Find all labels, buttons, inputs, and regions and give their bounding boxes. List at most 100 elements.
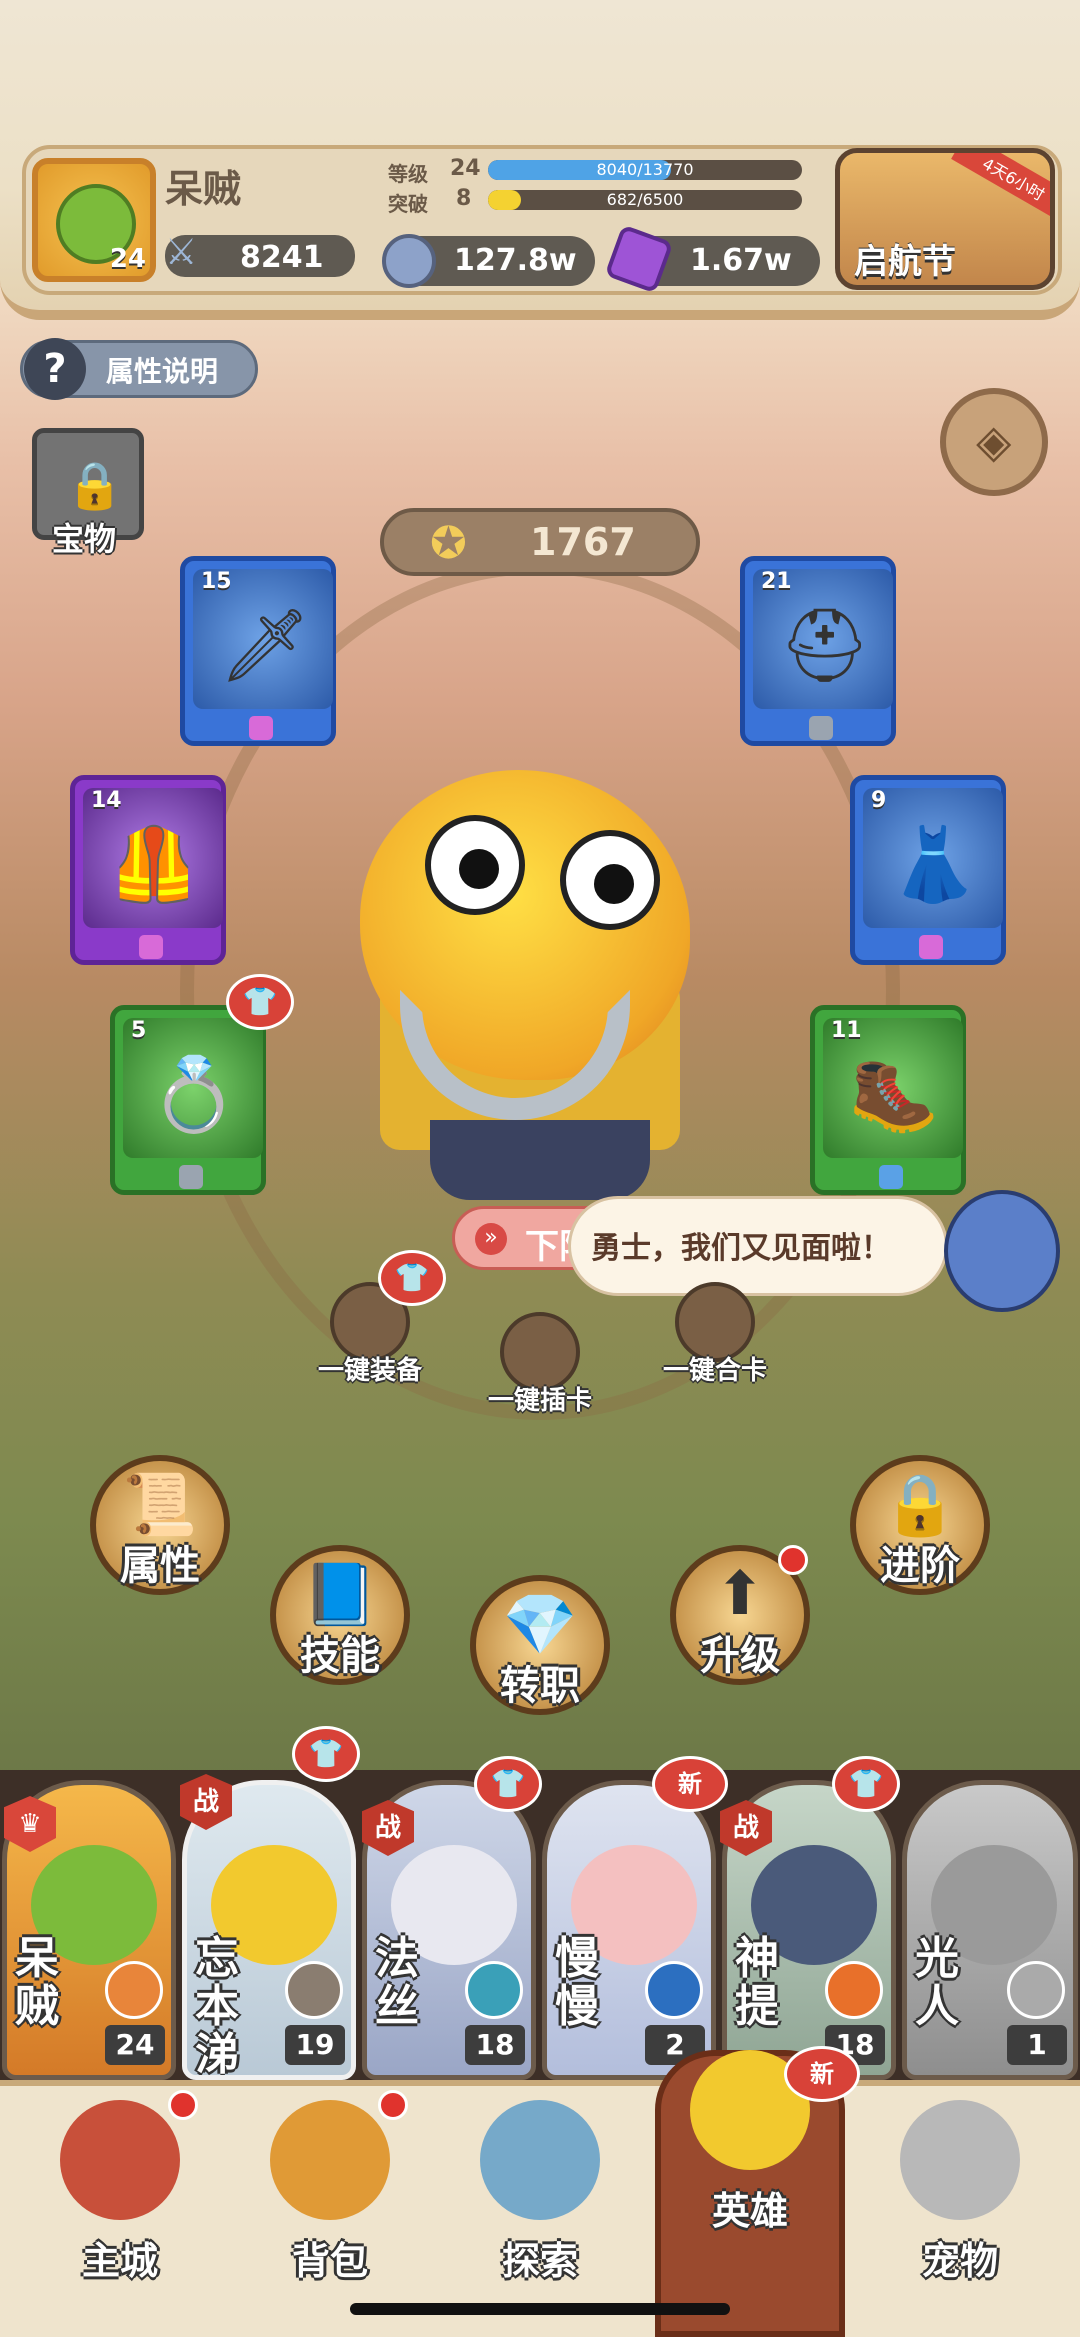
coin-icon: [382, 234, 436, 288]
hero-name: 神提: [735, 1933, 779, 2032]
equip-level: 5: [131, 1018, 147, 1043]
pet-lock-icon: [900, 2100, 1020, 2220]
event-title: 启航节: [854, 242, 956, 282]
socket-gem-icon: [179, 1165, 203, 1189]
advance-lock-icon: 🔒: [882, 1470, 958, 1540]
hero-eye-right: [560, 830, 660, 930]
nav-pet-label: 宠物: [921, 2239, 998, 2283]
hero-name: 忘本涕: [195, 1933, 239, 2080]
castle-icon: [60, 2100, 180, 2220]
upgrade-label: 升级: [700, 1633, 780, 1679]
coin-value: 127.8w: [454, 243, 577, 278]
nav-bag[interactable]: 背包: [245, 2090, 415, 2320]
socket-gem-icon: [919, 935, 943, 959]
grade-value: 24: [450, 156, 481, 181]
nav-bag-label: 背包: [291, 2239, 368, 2283]
equip-level: 14: [91, 788, 122, 813]
attributes-button[interactable]: 📜 属性: [90, 1455, 230, 1595]
npc-speech-bubble: 勇士，我们又见面啦！: [568, 1196, 948, 1296]
rank-emblem-icon: ◈: [976, 414, 1012, 468]
equip-slot-ring[interactable]: 5 💍: [110, 1005, 266, 1195]
skills-button[interactable]: 📘 技能: [270, 1545, 410, 1685]
class-warrior-icon: [285, 1961, 343, 2019]
insert-card-label: 一键插卡: [487, 1386, 592, 1416]
equip-slot-boots[interactable]: 11 🥾: [810, 1005, 966, 1195]
class-skull-icon: [645, 1961, 703, 2019]
breakthrough-label: 突破: [388, 192, 428, 216]
equip-level: 9: [871, 788, 887, 813]
merge-card-button[interactable]: 一键合卡: [645, 1282, 785, 1392]
skill-book-icon: 📘: [302, 1560, 378, 1630]
advance-button[interactable]: 🔒 进阶: [850, 1455, 990, 1595]
helmet-icon: ⛑: [779, 603, 871, 687]
equip-slot-weapon[interactable]: 15 🗡: [180, 556, 336, 746]
breakthrough-progress-bar: 682/6500: [488, 190, 802, 210]
job-change-label: 转职: [500, 1663, 580, 1709]
hero-score: 1767: [530, 520, 636, 564]
hero-name: 慢慢: [555, 1933, 599, 2032]
bag-alert-dot: [378, 2090, 408, 2120]
class-rogue-icon: [105, 1961, 163, 2019]
shirt-alert-icon: 👕: [474, 1756, 542, 1812]
class-mage-icon: [465, 1961, 523, 2019]
nav-hero-label: 英雄: [711, 2189, 788, 2233]
equip-level: 11: [831, 1018, 862, 1043]
equip-slot-helmet[interactable]: 21 ⛑: [740, 556, 896, 746]
grade-label: 等级: [388, 162, 428, 186]
job-crystal-icon: 💎: [502, 1590, 578, 1660]
equip-slot-clothes[interactable]: 9 👗: [850, 775, 1006, 965]
equip-level: 21: [761, 569, 792, 594]
dress-icon: 👗: [889, 822, 979, 906]
hero-name: 呆贼: [15, 1933, 59, 2032]
player-name: 呆贼: [165, 167, 242, 211]
nav-city[interactable]: 主城: [35, 2090, 205, 2320]
event-banner[interactable]: 4天6小时 启航节: [835, 148, 1055, 290]
grade-progress-text: 8040/13770: [596, 160, 694, 179]
equip-slot-armor[interactable]: 14 🦺: [70, 775, 226, 965]
breakthrough-progress-text: 682/6500: [606, 190, 684, 209]
hero-level: 18: [465, 2025, 525, 2065]
nav-explore-label: 探索: [501, 2239, 578, 2283]
job-change-button[interactable]: 💎 转职: [470, 1575, 610, 1715]
grade-progress-bar: 8040/13770: [488, 160, 802, 180]
event-timer: 4天6小时: [950, 153, 1050, 224]
hero-level: 24: [105, 2025, 165, 2065]
skills-label: 技能: [300, 1633, 380, 1679]
socket-gem-icon: [809, 716, 833, 740]
shirt-alert-icon: 👕: [226, 974, 294, 1030]
hero-legs: [430, 1120, 650, 1200]
equip-all-label: 一键装备: [317, 1356, 422, 1386]
class-paw-icon: [825, 1961, 883, 2019]
score-icon: ✪: [430, 518, 467, 569]
backpack-icon: [270, 2100, 390, 2220]
player-avatar[interactable]: 24: [32, 158, 156, 282]
hero-level: 19: [285, 2025, 345, 2065]
home-indicator: [350, 2303, 730, 2315]
chevron-down-icon: »: [475, 1223, 507, 1255]
shirt-alert-icon: 👕: [378, 1250, 446, 1306]
npc-guide-avatar[interactable]: [944, 1190, 1060, 1312]
socket-gem-icon: [249, 716, 273, 740]
hero-card[interactable]: 慢慢 2: [542, 1780, 716, 2080]
upgrade-alert-dot: [778, 1545, 808, 1575]
socket-gem-icon: [139, 935, 163, 959]
insert-card-button[interactable]: 一键插卡: [470, 1312, 610, 1422]
hero-name: 光人: [915, 1933, 959, 2032]
map-icon: [480, 2100, 600, 2220]
nav-pet[interactable]: 宠物: [875, 2090, 1045, 2320]
rank-badge[interactable]: ◈: [940, 388, 1048, 496]
question-icon[interactable]: ?: [24, 338, 86, 400]
crossed-swords-icon: ⚔: [165, 232, 198, 273]
boots-icon: 🥾: [849, 1052, 939, 1136]
attributes-label: 属性: [120, 1543, 200, 1589]
armor-icon: 🦺: [109, 822, 199, 906]
nav-explore[interactable]: 探索: [455, 2090, 625, 2320]
hero-card-locked[interactable]: 光人 1: [902, 1780, 1078, 2080]
city-alert-dot: [168, 2090, 198, 2120]
nav-city-label: 主城: [81, 2239, 158, 2283]
attribute-help-label: 属性说明: [106, 355, 219, 388]
scroll-icon: 📜: [122, 1470, 198, 1540]
new-badge: 新: [652, 1756, 728, 1812]
shirt-alert-icon: 👕: [292, 1726, 360, 1782]
hero-level: 1: [1007, 2025, 1067, 2065]
